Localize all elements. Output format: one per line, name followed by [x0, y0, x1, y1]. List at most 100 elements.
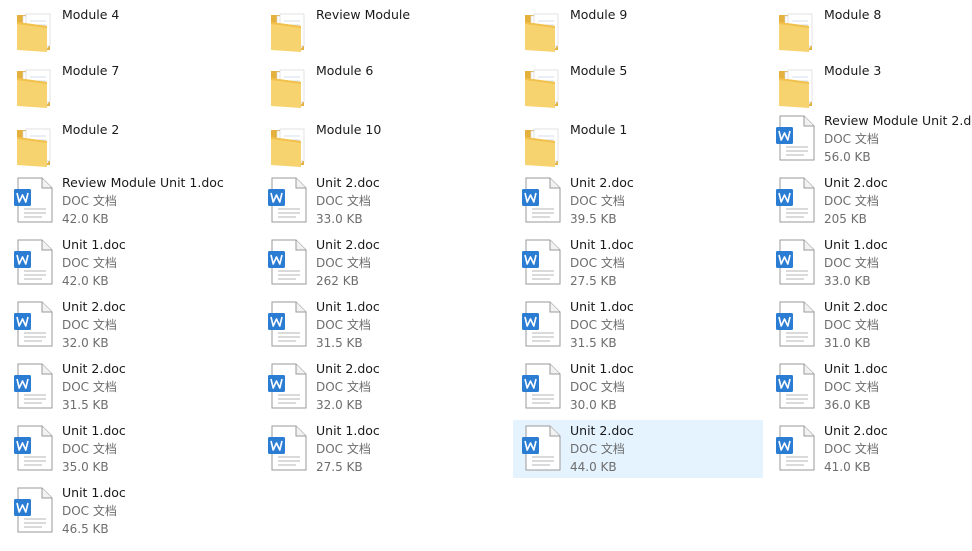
word-doc-icon: [522, 301, 561, 347]
file-type: DOC 文档: [824, 256, 879, 270]
file-item[interactable]: Unit 1.doc DOC 文档 27.5 KB: [508, 236, 758, 294]
file-name: Unit 1.doc: [824, 361, 888, 376]
file-name: Unit 2.doc: [824, 423, 888, 438]
file-item[interactable]: Review Module Unit 1.doc DOC 文档 42.0 KB: [0, 174, 250, 232]
folder-item[interactable]: Module 8: [762, 6, 972, 60]
file-name: Unit 1.doc: [316, 423, 380, 438]
word-doc-icon: [522, 425, 561, 471]
file-item[interactable]: Unit 2.doc DOC 文档 31.5 KB: [0, 360, 250, 418]
word-doc-icon: [268, 177, 307, 223]
file-type: DOC 文档: [824, 380, 879, 394]
file-item[interactable]: Unit 2.doc DOC 文档 44.0 KB: [513, 420, 763, 478]
folder-item[interactable]: Module 6: [254, 62, 504, 116]
file-item[interactable]: Unit 2.doc DOC 文档 31.0 KB: [762, 298, 972, 356]
file-type: DOC 文档: [570, 380, 625, 394]
folder-item[interactable]: Module 4: [0, 6, 250, 60]
word-doc-icon: [268, 239, 307, 285]
file-size: 27.5 KB: [316, 460, 363, 474]
word-doc-icon: [776, 301, 815, 347]
file-name: Module 5: [570, 63, 628, 78]
file-name: Unit 2.doc: [824, 299, 888, 314]
file-name: Unit 2.doc: [824, 175, 888, 190]
file-item[interactable]: Unit 1.doc DOC 文档 30.0 KB: [508, 360, 758, 418]
file-type: DOC 文档: [824, 132, 879, 146]
file-name: Unit 1.doc: [62, 237, 126, 252]
folder-icon: [779, 69, 813, 108]
file-item[interactable]: Unit 1.doc DOC 文档 46.5 KB: [0, 484, 250, 542]
file-size: 205 KB: [824, 212, 867, 226]
file-name: Review Module: [316, 7, 411, 22]
file-size: 42.0 KB: [62, 274, 109, 288]
file-item[interactable]: Unit 1.doc DOC 文档 33.0 KB: [762, 236, 972, 294]
file-item[interactable]: Unit 1.doc DOC 文档 27.5 KB: [254, 422, 504, 480]
folder-item[interactable]: Review Module: [254, 6, 504, 60]
file-item[interactable]: Unit 1.doc DOC 文档 31.5 KB: [254, 298, 504, 356]
file-size: 31.5 KB: [570, 336, 617, 350]
file-type: DOC 文档: [316, 380, 371, 394]
file-type: DOC 文档: [824, 318, 879, 332]
file-type: DOC 文档: [62, 380, 117, 394]
folder-icon: [271, 69, 305, 108]
file-name: Unit 1.doc: [570, 299, 634, 314]
file-type: DOC 文档: [62, 256, 117, 270]
folder-item[interactable]: Module 2: [0, 121, 250, 175]
file-name: Unit 2.doc: [570, 423, 634, 438]
word-doc-icon: [776, 115, 815, 161]
file-item[interactable]: Unit 1.doc DOC 文档 36.0 KB: [762, 360, 972, 418]
folder-item[interactable]: Module 1: [508, 121, 758, 175]
word-doc-icon: [522, 363, 561, 409]
word-doc-icon: [14, 487, 53, 533]
file-name: Unit 1.doc: [824, 237, 888, 252]
file-size: 32.0 KB: [316, 398, 363, 412]
file-name: Module 7: [62, 63, 120, 78]
folder-item[interactable]: Module 5: [508, 62, 758, 116]
file-name: Module 1: [570, 122, 628, 137]
file-name: Unit 2.doc: [316, 237, 380, 252]
folder-icon: [17, 13, 51, 52]
file-item[interactable]: Unit 1.doc DOC 文档 35.0 KB: [0, 422, 250, 480]
word-doc-icon: [776, 239, 815, 285]
file-item[interactable]: Unit 1.doc DOC 文档 31.5 KB: [508, 298, 758, 356]
folder-item[interactable]: Module 10: [254, 121, 504, 175]
file-name: Review Module Unit 1.doc: [62, 175, 224, 190]
file-size: 56.0 KB: [824, 150, 871, 164]
word-doc-icon: [522, 239, 561, 285]
file-item[interactable]: Unit 2.doc DOC 文档 32.0 KB: [254, 360, 504, 418]
folder-item[interactable]: Module 3: [762, 62, 972, 116]
file-type: DOC 文档: [570, 194, 625, 208]
word-doc-icon: [268, 301, 307, 347]
file-item[interactable]: Unit 2.doc DOC 文档 32.0 KB: [0, 298, 250, 356]
file-type: DOC 文档: [62, 194, 117, 208]
file-name: Unit 2.doc: [316, 361, 380, 376]
file-name: Module 3: [824, 63, 882, 78]
file-item[interactable]: Unit 2.doc DOC 文档 41.0 KB: [762, 422, 972, 480]
file-size: 46.5 KB: [62, 522, 109, 536]
folder-icon: [17, 69, 51, 108]
file-name: Module 4: [62, 7, 120, 22]
word-doc-icon: [776, 425, 815, 471]
folder-item[interactable]: Module 7: [0, 62, 250, 116]
file-name: Unit 2.doc: [316, 175, 380, 190]
file-name: Module 6: [316, 63, 374, 78]
file-item[interactable]: Unit 1.doc DOC 文档 42.0 KB: [0, 236, 250, 294]
file-item[interactable]: Unit 2.doc DOC 文档 262 KB: [254, 236, 504, 294]
folder-icon: [525, 69, 559, 108]
file-item[interactable]: Unit 2.doc DOC 文档 205 KB: [762, 174, 972, 232]
file-type: DOC 文档: [62, 504, 117, 518]
file-item[interactable]: Unit 2.doc DOC 文档 33.0 KB: [254, 174, 504, 232]
file-size: 30.0 KB: [570, 398, 617, 412]
file-size: 41.0 KB: [824, 460, 871, 474]
file-type: DOC 文档: [824, 442, 879, 456]
file-size: 32.0 KB: [62, 336, 109, 350]
file-item[interactable]: Review Module Unit 2.doc DOC 文档 56.0 KB: [762, 112, 972, 170]
folder-item[interactable]: Module 9: [508, 6, 758, 60]
word-doc-icon: [268, 425, 307, 471]
file-size: 262 KB: [316, 274, 359, 288]
file-item[interactable]: Unit 2.doc DOC 文档 39.5 KB: [508, 174, 758, 232]
file-type: DOC 文档: [824, 194, 879, 208]
folder-icon: [271, 128, 305, 167]
file-name: Module 10: [316, 122, 382, 137]
word-doc-icon: [268, 363, 307, 409]
file-type: DOC 文档: [570, 256, 625, 270]
file-size: 35.0 KB: [62, 460, 109, 474]
